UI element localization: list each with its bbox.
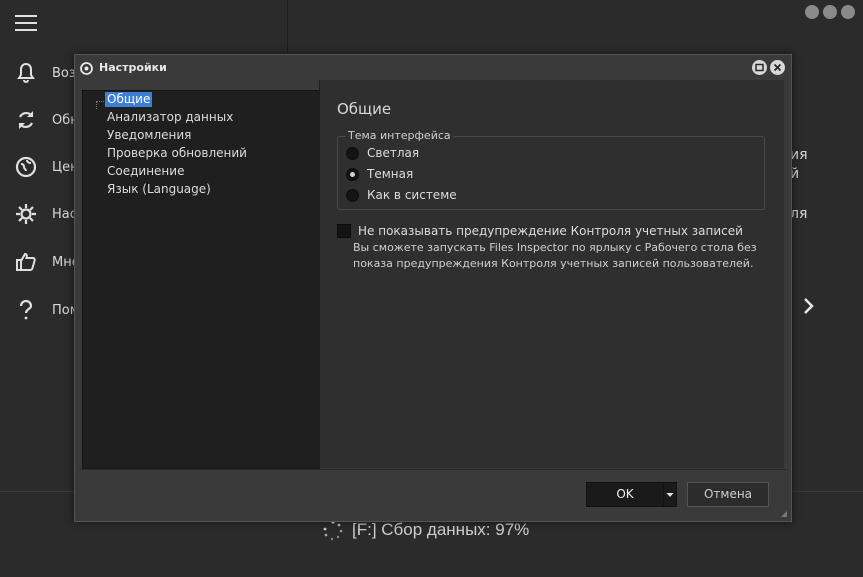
resize-grip-icon[interactable] [780,510,788,518]
radio-label: Как в системе [367,188,457,202]
spinner-icon [323,520,343,541]
nav-item-feedback[interactable]: Мнение [14,247,74,277]
nav-item-label: Настройки [52,206,74,222]
maximize-button[interactable] [823,5,837,19]
nav-item-help[interactable]: Помощь [14,295,74,325]
cancel-button[interactable]: Отмена [687,482,769,507]
settings-tree: Общие Анализатор данных Уведомления Пров… [82,90,320,469]
menu-icon[interactable] [15,15,37,33]
background-text: й [790,166,800,182]
uac-checkbox[interactable] [337,224,351,238]
radio-label: Светлая [367,146,420,160]
background-text: ия [790,147,808,163]
tree-item-analyzer[interactable]: Анализатор данных [105,110,235,125]
restore-icon [755,63,764,72]
bell-icon [17,62,35,83]
uac-checkbox-row[interactable]: Не показывать предупреждение Контроля уч… [337,224,743,238]
settings-content: Общие Тема интерфейса Светлая Темная Как… [319,80,784,468]
settings-dialog: Настройки Общие Анализатор данных Уведом… [74,54,792,522]
tree-item-update-check[interactable]: Проверка обновлений [105,146,249,161]
status-text: [F:] Сбор данных: 97% [352,520,530,539]
theme-option-system[interactable]: Как в системе [346,188,457,202]
refresh-icon [19,111,33,129]
theme-option-light[interactable]: Светлая [346,146,419,160]
nav-item-center[interactable]: Центр [14,152,74,182]
ok-button[interactable]: OK [586,482,664,507]
tree-item-notifications[interactable]: Уведомления [105,128,193,143]
restore-button[interactable] [752,60,767,75]
chevron-down-icon [666,493,674,497]
hint-text: показа предупреждения Контроля учетных з… [353,257,754,270]
chevron-right-icon[interactable] [800,295,816,317]
tree-connector [96,101,104,102]
question-icon [19,299,33,320]
nav-item-label: Мнение [52,254,74,270]
tree-item-general[interactable]: Общие [105,92,153,107]
nav-item-label: Центр [52,159,74,175]
globe-icon [15,156,37,178]
minimize-button[interactable] [805,5,819,19]
group-legend: Тема интерфейса [346,129,453,142]
tree-item-language[interactable]: Язык (Language) [105,182,213,197]
nav-item-features[interactable]: Возможности [14,58,74,88]
divider [287,0,288,52]
theme-group: Тема интерфейса Светлая Темная Как в сис… [337,129,765,210]
hint-text: Вы сможете запускать Files Inspector по … [353,241,757,254]
nav-item-label: Возможности [52,65,74,81]
ok-dropdown-button[interactable] [663,482,677,507]
nav-item-settings[interactable]: Настройки [14,199,74,229]
close-button[interactable] [841,5,855,19]
radio-button[interactable] [346,188,359,202]
tree-connector [96,101,97,109]
app-logo-icon [80,62,93,75]
dialog-title-bar[interactable]: Настройки [75,55,791,81]
nav-item-label: Помощь [52,302,74,318]
window-controls [805,5,855,19]
section-title: Общие [337,100,392,118]
tree-item-connection[interactable]: Соединение [105,164,186,179]
status-bar: [F:] Сбор данных: 97% [322,519,529,541]
dialog-title: Настройки [99,61,167,74]
radio-label: Темная [367,167,414,181]
dialog-close-button[interactable] [770,60,785,75]
nav-item-updates[interactable]: Обновления [14,105,74,135]
nav-item-label: Обновления [52,112,74,128]
radio-button[interactable] [346,167,359,181]
radio-button[interactable] [346,146,359,160]
checkbox-label: Не показывать предупреждение Контроля уч… [358,224,743,238]
gear-icon [16,204,36,224]
thumbs-up-icon [16,252,36,271]
theme-option-dark[interactable]: Темная [346,167,413,181]
close-icon [773,63,782,72]
divider [79,469,787,470]
background-text: ля [790,206,808,222]
